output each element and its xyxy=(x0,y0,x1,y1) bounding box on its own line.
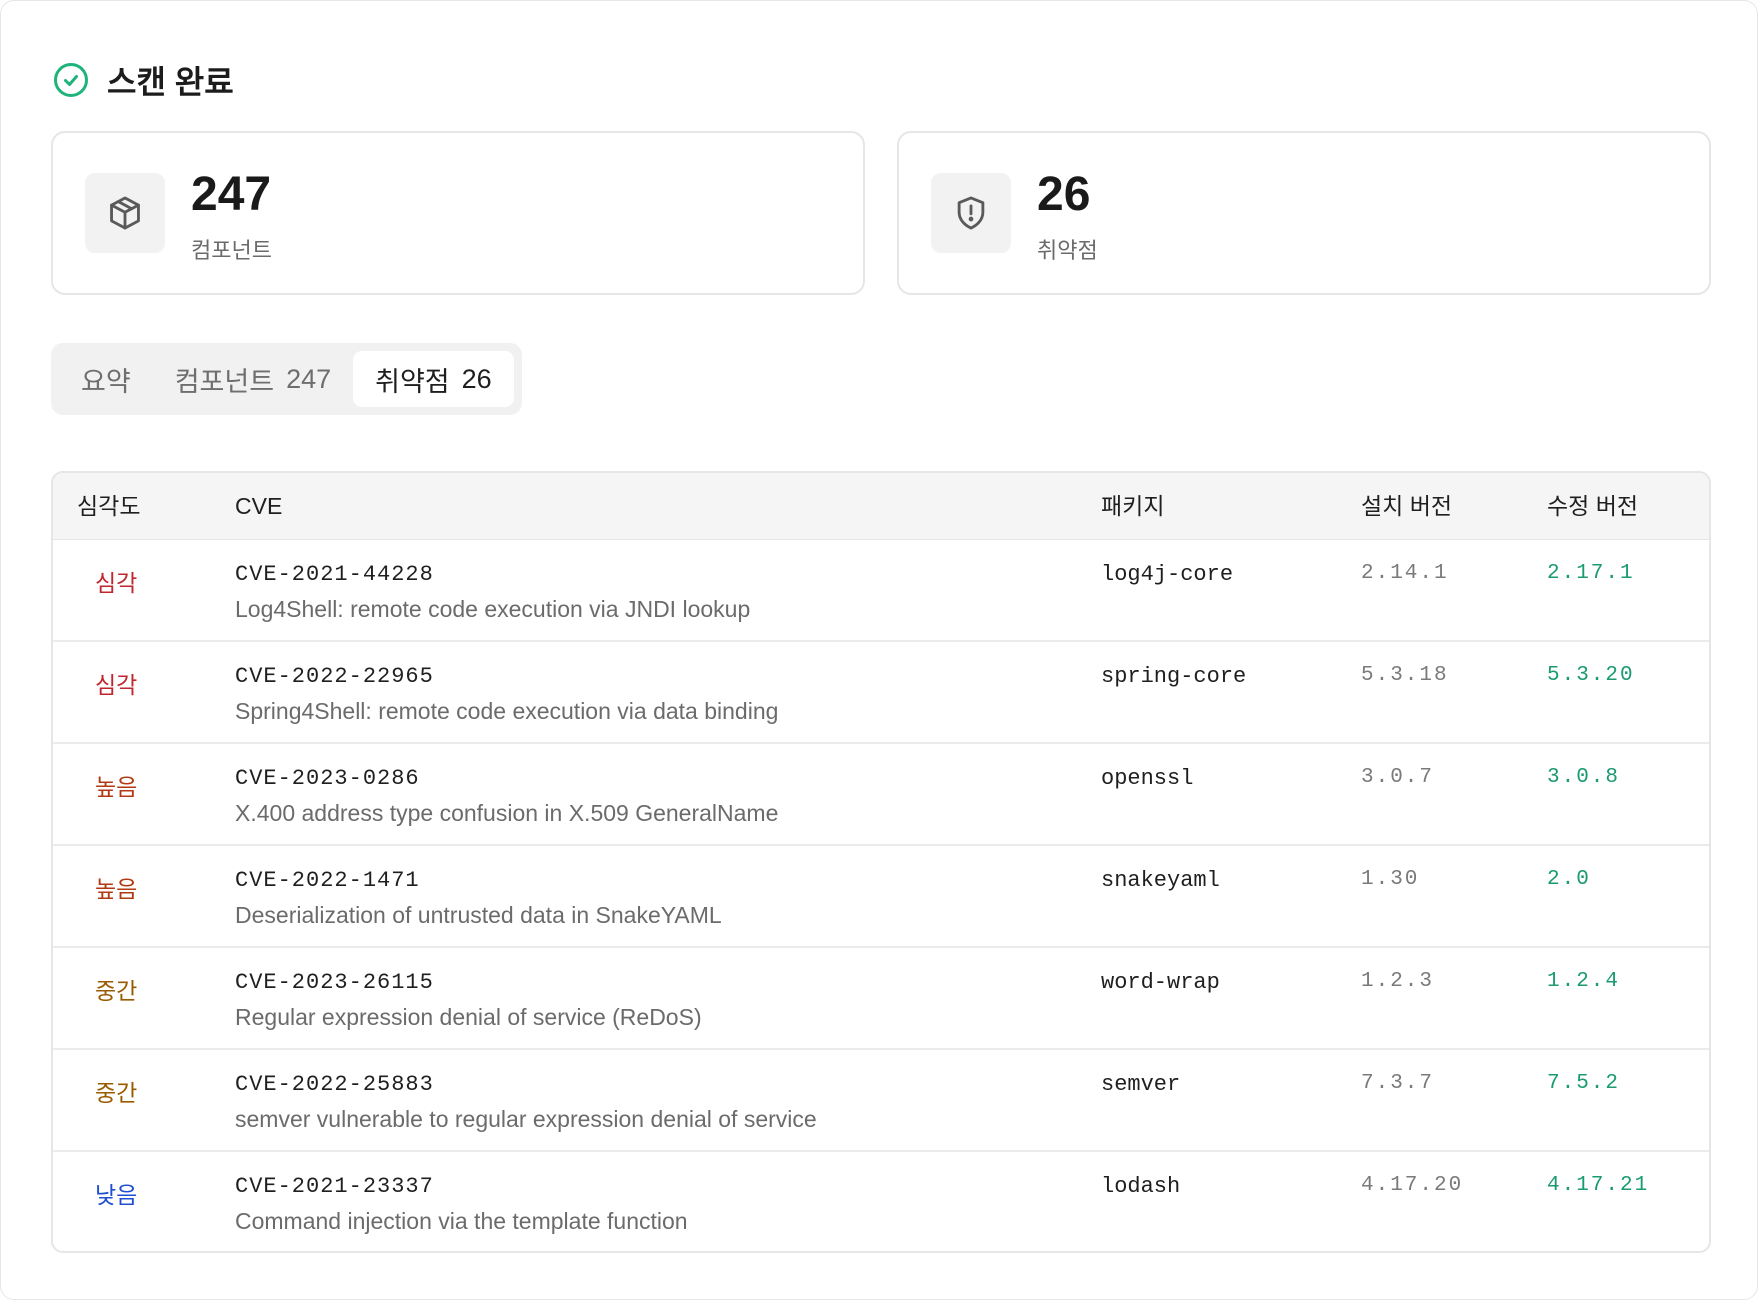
severity-badge: 낮음 xyxy=(95,1182,138,1208)
installed-version: 4.17.20 xyxy=(1361,1174,1464,1197)
shield-alert-icon xyxy=(931,173,1011,253)
package-name: log4j-core xyxy=(1101,562,1234,587)
severity-badge: 심각 xyxy=(95,672,138,698)
vulnerabilities-count: 26 xyxy=(1037,168,1091,221)
vulnerabilities-label: 취약점 xyxy=(1037,238,1098,263)
cve-description: Deserialization of untrusted data in Sna… xyxy=(235,902,722,928)
cve-description: Log4Shell: remote code execution via JND… xyxy=(235,596,751,622)
table-row[interactable]: 심각 CVE-2022-22965 Spring4Shell: remote cod… xyxy=(53,642,1709,744)
vulnerabilities-stat-card: 26 취약점 xyxy=(897,131,1711,295)
column-header-fixed-version: 수정 버전 xyxy=(1547,493,1639,519)
cve-id: CVE-2022-25883 xyxy=(235,1072,434,1097)
table-row[interactable]: 높음 CVE-2023-0286 X.400 address type confus… xyxy=(53,744,1709,846)
package-name: openssl xyxy=(1101,766,1194,791)
severity-badge: 중간 xyxy=(95,978,138,1004)
cve-id: CVE-2021-44228 xyxy=(235,562,434,587)
cve-description: Regular expression denial of service (Re… xyxy=(235,1004,702,1030)
tab-count: 26 xyxy=(461,363,492,394)
fixed-version: 7.5.2 xyxy=(1547,1072,1621,1095)
tab-bar: 요약 컴포넌트 247 취약점 26 xyxy=(51,343,522,415)
package-name: spring-core xyxy=(1101,664,1247,689)
cve-id: CVE-2023-26115 xyxy=(235,970,434,995)
scan-result-panel: 스캔 완료 247 컴포넌트 26 취약점 요약 컴포넌트 247 취약점 26… xyxy=(0,0,1758,1300)
cve-description: Spring4Shell: remote code execution via … xyxy=(235,698,779,724)
severity-badge: 중간 xyxy=(95,1080,138,1106)
fixed-version: 2.17.1 xyxy=(1547,562,1635,585)
page-title: 스캔 완료 xyxy=(107,64,234,100)
column-header-installed-version: 설치 버전 xyxy=(1361,493,1453,519)
cve-description: Command injection via the template funct… xyxy=(235,1208,688,1234)
tab-vulnerabilities[interactable]: 취약점 26 xyxy=(353,351,514,407)
table-row[interactable]: 높음 CVE-2022-1471 Deserialization of untrus… xyxy=(53,846,1709,948)
table-row[interactable]: 중간 CVE-2022-25883 semver vulnerable to reg… xyxy=(53,1050,1709,1152)
cve-id: CVE-2022-1471 xyxy=(235,868,420,893)
cve-description: semver vulnerable to regular expression … xyxy=(235,1106,817,1132)
column-header-cve: CVE xyxy=(235,493,283,519)
fixed-version: 1.2.4 xyxy=(1547,970,1621,993)
components-label: 컴포넌트 xyxy=(191,238,272,263)
tab-count: 247 xyxy=(286,363,332,394)
table-header: 심각도 CVE 패키지 설치 버전 수정 버전 xyxy=(53,473,1709,540)
table-row[interactable]: 심각 CVE-2021-44228 Log4Shell: remote code e… xyxy=(53,540,1709,642)
column-header-severity: 심각도 xyxy=(77,493,141,519)
fixed-version: 3.0.8 xyxy=(1547,766,1621,789)
tab-label: 취약점 xyxy=(375,366,450,397)
table-row[interactable]: 중간 CVE-2023-26115 Regular expression denia… xyxy=(53,948,1709,1050)
vulnerabilities-table: 심각도 CVE 패키지 설치 버전 수정 버전 심각 CVE-2021-44228… xyxy=(51,471,1711,1253)
cve-id: CVE-2021-23337 xyxy=(235,1174,434,1199)
cve-id: CVE-2023-0286 xyxy=(235,766,420,791)
installed-version: 1.2.3 xyxy=(1361,970,1435,993)
cve-description: X.400 address type confusion in X.509 Ge… xyxy=(235,800,779,826)
severity-badge: 심각 xyxy=(95,570,138,596)
check-circle-icon xyxy=(54,63,88,97)
scan-header: 스캔 완료 xyxy=(53,57,234,103)
table-row[interactable]: 낮음 CVE-2021-23337 Command injection via th… xyxy=(53,1152,1709,1251)
severity-badge: 높음 xyxy=(95,774,138,800)
package-name: word-wrap xyxy=(1101,970,1220,995)
tab-label: 요약 xyxy=(81,366,131,397)
fixed-version: 2.0 xyxy=(1547,868,1591,891)
package-name: semver xyxy=(1101,1072,1181,1097)
installed-version: 7.3.7 xyxy=(1361,1072,1435,1095)
installed-version: 1.30 xyxy=(1361,868,1420,891)
installed-version: 3.0.7 xyxy=(1361,766,1435,789)
tab-components[interactable]: 컴포넌트 247 xyxy=(153,351,353,407)
fixed-version: 4.17.21 xyxy=(1547,1174,1650,1197)
components-stat-card: 247 컴포넌트 xyxy=(51,131,865,295)
installed-version: 5.3.18 xyxy=(1361,664,1449,687)
tab-label: 컴포넌트 xyxy=(174,366,275,397)
table-body: 심각 CVE-2021-44228 Log4Shell: remote code e… xyxy=(53,540,1709,1251)
installed-version: 2.14.1 xyxy=(1361,562,1449,585)
package-icon xyxy=(85,173,165,253)
cve-id: CVE-2022-22965 xyxy=(235,664,434,689)
severity-badge: 높음 xyxy=(95,876,138,902)
package-name: snakeyaml xyxy=(1101,868,1220,893)
package-name: lodash xyxy=(1101,1174,1181,1199)
column-header-package: 패키지 xyxy=(1101,493,1165,519)
fixed-version: 5.3.20 xyxy=(1547,664,1635,687)
tab-summary[interactable]: 요약 xyxy=(59,351,153,407)
components-count: 247 xyxy=(191,168,272,221)
